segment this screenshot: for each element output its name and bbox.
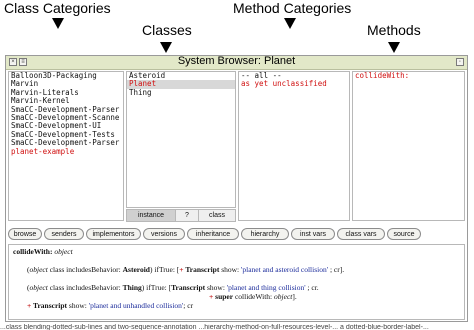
classes-pane[interactable]: Asteroid Planet Thing: [126, 71, 236, 208]
code-token: object: [29, 283, 48, 292]
code-token: Asteroid: [122, 265, 150, 274]
hierarchy-button[interactable]: hierarchy: [241, 228, 289, 240]
code-token: 'planet and thing collision': [226, 283, 306, 292]
method-signature: collideWith: object: [13, 247, 460, 256]
code-token: show:: [67, 301, 89, 310]
code-token: ; cr.: [305, 283, 319, 292]
code-token: show:: [219, 265, 242, 274]
signature-arg: object: [54, 247, 73, 256]
code-line-2: (object class includesBehavior: Thing) i…: [13, 283, 460, 292]
caption-fragment: ...class blending-dotted-sub-lines and t…: [0, 324, 429, 330]
window-title: System Browser: Planet: [177, 55, 296, 67]
system-browser-window: × ≡ System Browser: Planet ◦ Balloon3D-P…: [5, 55, 468, 322]
code-token: Thing: [122, 283, 142, 292]
code-pane[interactable]: collideWith: object (object class includ…: [8, 244, 465, 320]
methods-pane[interactable]: collideWith:: [352, 71, 465, 221]
arrow-class-categories-icon: [52, 18, 64, 29]
code-token: ) ifTrue: [: [149, 265, 180, 274]
code-token: Transcript: [171, 283, 206, 292]
code-token: ; cr: [183, 301, 194, 310]
annotation-class-categories: Class Categories: [4, 0, 111, 16]
method-categories-pane[interactable]: -- all -- as yet unclassified: [238, 71, 350, 221]
code-token: show:: [205, 283, 227, 292]
inst-vars-button[interactable]: inst vars: [291, 228, 335, 240]
list-item-selected[interactable]: planet-example: [9, 147, 123, 156]
code-token: Transcript: [183, 265, 220, 274]
code-token: Transcript: [31, 301, 68, 310]
inheritance-button[interactable]: inheritance: [187, 228, 239, 240]
class-vars-button[interactable]: class vars: [337, 228, 385, 240]
code-token: object: [29, 265, 48, 274]
instance-button[interactable]: instance: [127, 210, 176, 221]
signature-selector: collideWith:: [13, 247, 53, 256]
code-token: class includesBehavior:: [47, 265, 123, 274]
annotation-classes: Classes: [142, 22, 192, 38]
arrow-methods-icon: [388, 42, 400, 53]
code-token: ) ifTrue: [: [141, 283, 172, 292]
code-token: collideWith:: [233, 292, 275, 301]
collapse-icon[interactable]: ◦: [456, 58, 464, 66]
code-token: ; cr].: [328, 265, 345, 274]
code-token: ].: [292, 292, 297, 301]
list-item[interactable]: Thing: [127, 88, 235, 97]
code-line-1: (object class includesBehavior: Asteroid…: [13, 265, 460, 274]
browse-button[interactable]: browse: [8, 228, 42, 240]
arrow-classes-icon: [160, 42, 172, 53]
code-token: 'planet and asteroid collision': [241, 265, 329, 274]
window-titlebar[interactable]: × ≡ System Browser: Planet ◦: [6, 55, 467, 70]
list-item-selected[interactable]: as yet unclassified: [239, 79, 349, 88]
browser-button-row: browse senders implementors versions inh…: [8, 228, 465, 241]
class-side-button[interactable]: class: [199, 210, 235, 221]
code-token: class includesBehavior:: [47, 283, 123, 292]
source-button[interactable]: source: [387, 228, 421, 240]
annotation-method-categories: Method Categories: [233, 0, 352, 16]
arrow-method-categories-icon: [284, 18, 296, 29]
code-token: object: [274, 292, 293, 301]
senders-button[interactable]: senders: [44, 228, 84, 240]
class-categories-pane[interactable]: Balloon3D-Packaging Marvin Marvin-Litera…: [8, 71, 124, 221]
annotation-methods: Methods: [367, 22, 421, 38]
versions-button[interactable]: versions: [143, 228, 185, 240]
instance-class-switch: instance ? class: [126, 209, 236, 222]
implementors-button[interactable]: implementors: [86, 228, 141, 240]
code-token: 'planet and unhandled collision': [88, 301, 184, 310]
code-line-4: + Transcript show: 'planet and unhandled…: [13, 301, 460, 310]
code-token: super: [213, 292, 234, 301]
code-line-3: + super collideWith: object].: [13, 292, 460, 301]
list-item-selected[interactable]: collideWith:: [353, 72, 464, 80]
help-button[interactable]: ?: [176, 210, 199, 221]
